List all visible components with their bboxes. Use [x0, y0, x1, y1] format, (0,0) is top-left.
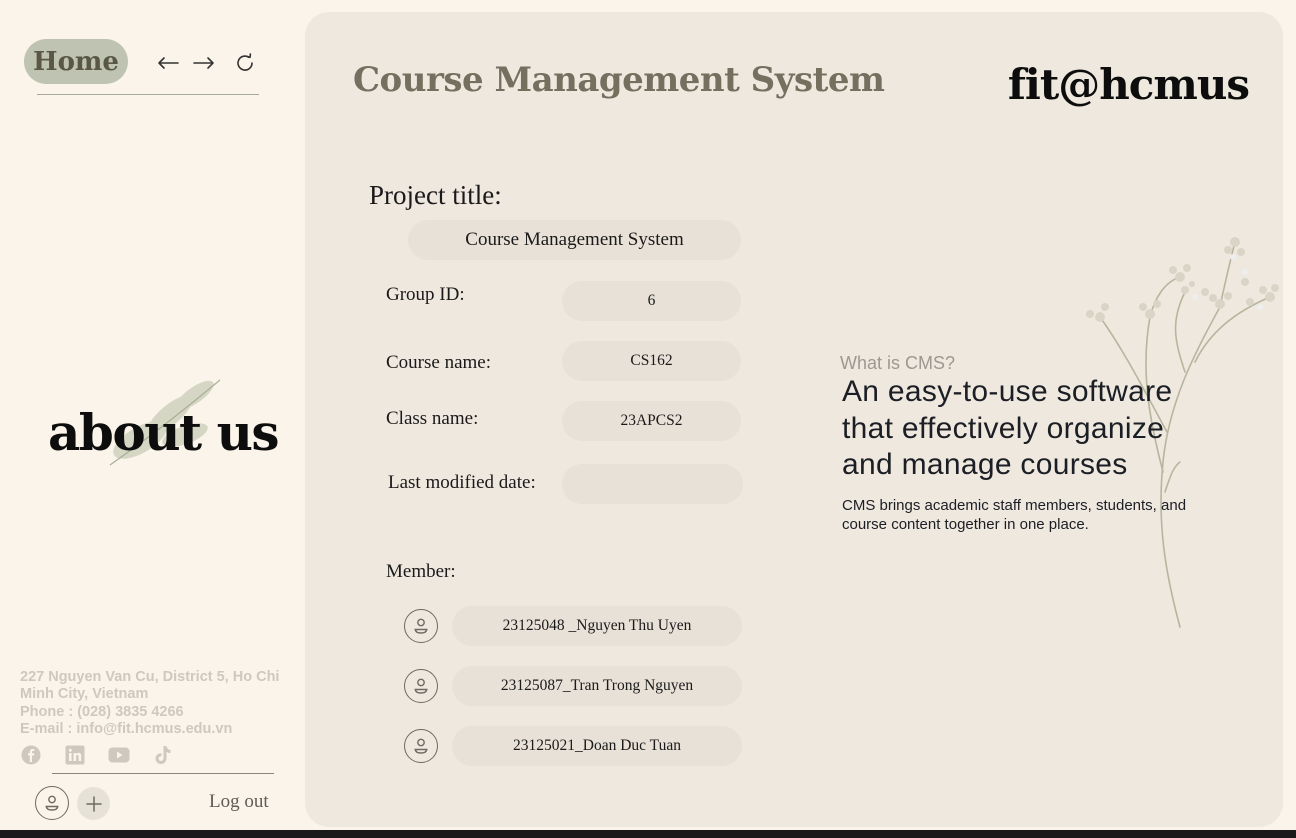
member-avatar: [404, 729, 438, 763]
member-field[interactable]: 23125021_Doan Duc Tuan: [452, 726, 742, 766]
youtube-icon[interactable]: [108, 744, 130, 766]
plus-icon: [85, 795, 102, 812]
phone-text: Phone : (028) 3835 4266: [20, 703, 184, 720]
facebook-icon[interactable]: [20, 744, 42, 766]
linkedin-icon[interactable]: [64, 744, 86, 766]
cms-description: CMS brings academic staff members, stude…: [842, 497, 1187, 533]
page-title: Course Management System: [353, 60, 885, 100]
user-icon: [45, 795, 59, 811]
add-button[interactable]: [77, 787, 110, 820]
user-profile-button[interactable]: [35, 786, 69, 820]
tiktok-icon[interactable]: [152, 744, 174, 766]
back-arrow-icon[interactable]: [155, 50, 181, 76]
member-label: Member:: [386, 561, 456, 582]
user-icon: [414, 678, 428, 694]
address-text: 227 Nguyen Van Cu, District 5, Ho Chi Mi…: [20, 669, 280, 703]
sidebar: Home about us 227 Nguyen Van Cu, Distric…: [0, 0, 300, 830]
email-text: E-mail : info@fit.hcmus.edu.vn: [20, 720, 233, 737]
cms-headline: An easy-to-use software that effectively…: [842, 375, 1173, 481]
about-us-label: about us: [48, 403, 280, 462]
class-name-field[interactable]: 23APCS2: [562, 401, 741, 441]
footer-divider: [52, 773, 274, 774]
member-avatar: [404, 669, 438, 703]
course-name-label: Course name:: [386, 352, 492, 373]
social-links: [20, 744, 174, 766]
member-avatar: [404, 609, 438, 643]
main-panel: Course Management System fit@hcmus Proje…: [305, 12, 1283, 827]
about-us-link[interactable]: about us: [40, 370, 280, 480]
class-name-label: Class name:: [386, 408, 479, 429]
project-title-label: Project title:: [369, 180, 502, 210]
contact-info: 227 Nguyen Van Cu, District 5, Ho Chi Mi…: [20, 669, 290, 738]
user-icon: [414, 618, 428, 634]
user-icon: [414, 738, 428, 754]
forward-arrow-icon[interactable]: [191, 50, 217, 76]
last-modified-field[interactable]: [562, 464, 743, 504]
project-title-field[interactable]: Course Management System: [408, 220, 741, 260]
cms-question: What is CMS?: [840, 353, 956, 373]
member-field[interactable]: 23125048 _Nguyen Thu Uyen: [452, 606, 742, 646]
logout-button[interactable]: Log out: [209, 791, 269, 813]
refresh-icon[interactable]: [232, 50, 258, 76]
last-modified-label: Last modified date:: [388, 472, 536, 493]
nav-divider: [37, 94, 259, 95]
bottom-bar: [0, 830, 1296, 838]
group-id-field[interactable]: 6: [562, 281, 741, 321]
group-id-label: Group ID:: [386, 284, 465, 305]
course-name-field[interactable]: CS162: [562, 341, 741, 381]
home-button[interactable]: Home: [24, 39, 128, 84]
brand-logo: fit@hcmus: [1007, 60, 1250, 109]
member-field[interactable]: 23125087_Tran Trong Nguyen: [452, 666, 742, 706]
